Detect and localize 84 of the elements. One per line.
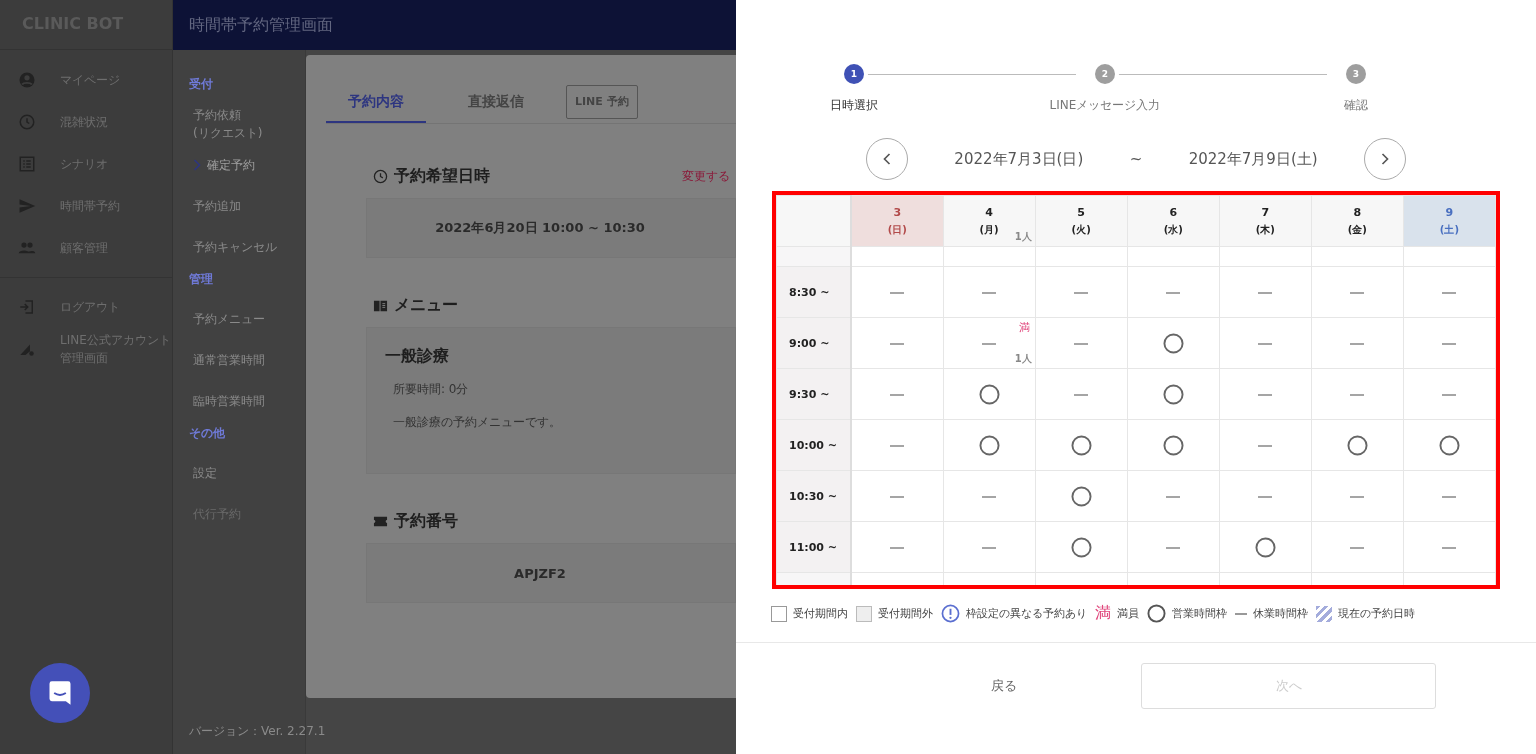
range-separator: ~	[1129, 150, 1143, 168]
legend-label: 現在の予約日時	[1338, 606, 1415, 621]
legend-label: 受付期間外	[878, 606, 933, 621]
datetime-value: 2022年6月20日 10:00 ~ 10:30	[435, 219, 645, 237]
circle-icon	[1147, 604, 1166, 623]
time-label: 9:00 ~	[776, 317, 851, 369]
version-text: バージョン：Ver. 2.27.1	[189, 723, 326, 740]
chevron-left-icon	[882, 152, 892, 166]
striped-swatch	[1316, 605, 1332, 622]
section-title: メニュー	[394, 294, 458, 316]
dash-icon	[1235, 612, 1247, 615]
page-title: 時間帯予約管理画面	[189, 14, 333, 36]
chevron-icon	[193, 158, 201, 171]
open-slot-icon[interactable]	[1162, 434, 1184, 456]
section-title: 予約番号	[394, 510, 458, 532]
day-header: 8 (金)	[1311, 195, 1404, 247]
section-heading: 受付	[189, 76, 214, 93]
time-label: 11:00 ~	[776, 521, 851, 573]
time-label: 10:00 ~	[776, 419, 851, 471]
section-heading: 管理	[189, 271, 214, 288]
legend-label: 休業時間枠	[1253, 606, 1308, 621]
day-header: 7 (木)	[1219, 195, 1312, 247]
day-header: 5 (火)	[1035, 195, 1128, 247]
submenu-item[interactable]: 臨時営業時間	[189, 380, 305, 421]
time-label: 8:30 ~	[776, 266, 851, 318]
duration-text: 所要時間: 0分	[393, 381, 470, 398]
step-number: 3	[1346, 64, 1366, 84]
step-label: 日時選択	[830, 97, 878, 114]
menu-name: 一般診療	[385, 346, 450, 367]
submenu-item[interactable]: 通常営業時間	[189, 339, 305, 380]
legend-label: 受付期間内	[793, 606, 848, 621]
day-header: 9 (土)	[1403, 195, 1496, 247]
step-label: 確認	[1344, 97, 1368, 114]
day-header: 6 (水)	[1127, 195, 1220, 247]
open-slot-icon[interactable]	[1162, 383, 1184, 405]
open-slot-icon[interactable]	[1438, 434, 1460, 456]
day-header: 4 (月) 1人	[943, 195, 1036, 247]
open-slot-icon[interactable]	[1346, 434, 1368, 456]
account-icon	[18, 71, 36, 89]
logout-icon	[18, 298, 36, 316]
step-number: 1	[844, 64, 864, 84]
section-heading: その他	[189, 425, 226, 442]
submenu-item[interactable]: 確定予約	[189, 144, 305, 185]
submenu-item[interactable]: 予約追加	[189, 185, 305, 226]
open-slot-icon[interactable]	[1070, 536, 1092, 558]
exclamation-icon	[941, 604, 960, 623]
time-label: 10:30 ~	[776, 470, 851, 522]
open-slot-icon[interactable]	[1070, 485, 1092, 507]
clock-icon	[18, 113, 36, 131]
out-period-swatch	[856, 605, 872, 622]
start-date: 2022年7月3日(日)	[954, 149, 1084, 169]
open-slot-icon[interactable]	[978, 383, 1000, 405]
section-title: 予約希望日時	[394, 165, 490, 187]
submenu-item[interactable]: 設定	[189, 452, 305, 493]
submenu-item[interactable]: 予約依頼 (リクエスト)	[189, 103, 305, 144]
back-button[interactable]: 戻る	[956, 663, 1051, 709]
step-label: LINEメッセージ入力	[1049, 97, 1161, 114]
count-label: 1人	[1014, 230, 1032, 244]
open-slot-icon[interactable]	[1070, 434, 1092, 456]
day-header: 3 (日)	[851, 195, 944, 247]
open-slot-icon[interactable]	[1254, 536, 1276, 558]
line-button[interactable]: LINE 予約	[566, 84, 638, 119]
count-label: 1人	[1014, 352, 1032, 366]
reservation-number: APJZF2	[514, 565, 566, 581]
full-mark: 満	[1018, 320, 1030, 335]
change-link[interactable]: 変更する	[682, 167, 730, 185]
open-slot-icon[interactable]	[978, 434, 1000, 456]
time-label: 9:30 ~	[776, 368, 851, 420]
open-slot-icon[interactable]	[1162, 332, 1184, 354]
full-mark: 満	[1095, 603, 1111, 624]
submenu-item[interactable]: 予約キャンセル	[189, 226, 305, 267]
in-period-swatch	[771, 605, 787, 622]
end-date: 2022年7月9日(土)	[1188, 149, 1318, 169]
chevron-right-icon	[1379, 152, 1390, 166]
step-number: 2	[1095, 64, 1115, 84]
tab[interactable]: 直接返信	[446, 82, 546, 123]
legend-label: 営業時間枠	[1172, 606, 1227, 621]
list-icon	[18, 155, 36, 173]
tab[interactable]: 予約内容	[326, 82, 426, 123]
send-icon	[18, 197, 36, 215]
clock-icon	[373, 168, 388, 184]
submenu-item[interactable]: 予約メニュー	[189, 298, 305, 339]
legend-label: 枠設定の異なる予約あり	[966, 606, 1087, 621]
legend-label: 満員	[1117, 606, 1139, 621]
